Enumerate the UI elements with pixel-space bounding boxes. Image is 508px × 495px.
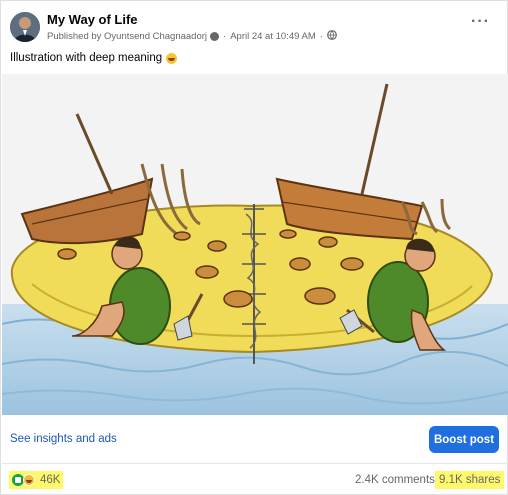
post-card: My Way of Life Published by Oyuntsend Ch… [0,0,508,495]
post-date[interactable]: April 24 at 10:49 AM [230,31,316,42]
globe-icon[interactable] [327,30,337,43]
avatar[interactable] [10,12,40,42]
boost-post-button[interactable]: Boost post [429,426,499,453]
see-insights-link[interactable]: See insights and ads [10,433,117,445]
page-name[interactable]: My Way of Life [47,12,138,27]
divider [2,463,508,464]
more-icon[interactable]: ··· [471,14,490,30]
comments-count[interactable]: 2.4K comments [355,474,435,486]
meta-separator: · [223,31,227,42]
post-meta: Published by Oyuntsend Chagnaadorj · Apr… [47,30,337,43]
shares-count[interactable]: 9.1K shares [435,471,505,489]
haha-icon [23,474,35,486]
meta-separator-2: · [319,31,323,42]
post-image[interactable] [2,74,508,415]
post-caption: Illustration with deep meaning [10,52,178,64]
reaction-count: 46K [40,474,61,486]
grinning-emoji-icon [166,52,178,64]
published-by[interactable]: Published by Oyuntsend Chagnaadorj [47,31,207,42]
info-icon[interactable] [210,32,220,41]
caption-text: Illustration with deep meaning [10,52,163,64]
reactions-summary[interactable]: 46K [9,471,64,489]
